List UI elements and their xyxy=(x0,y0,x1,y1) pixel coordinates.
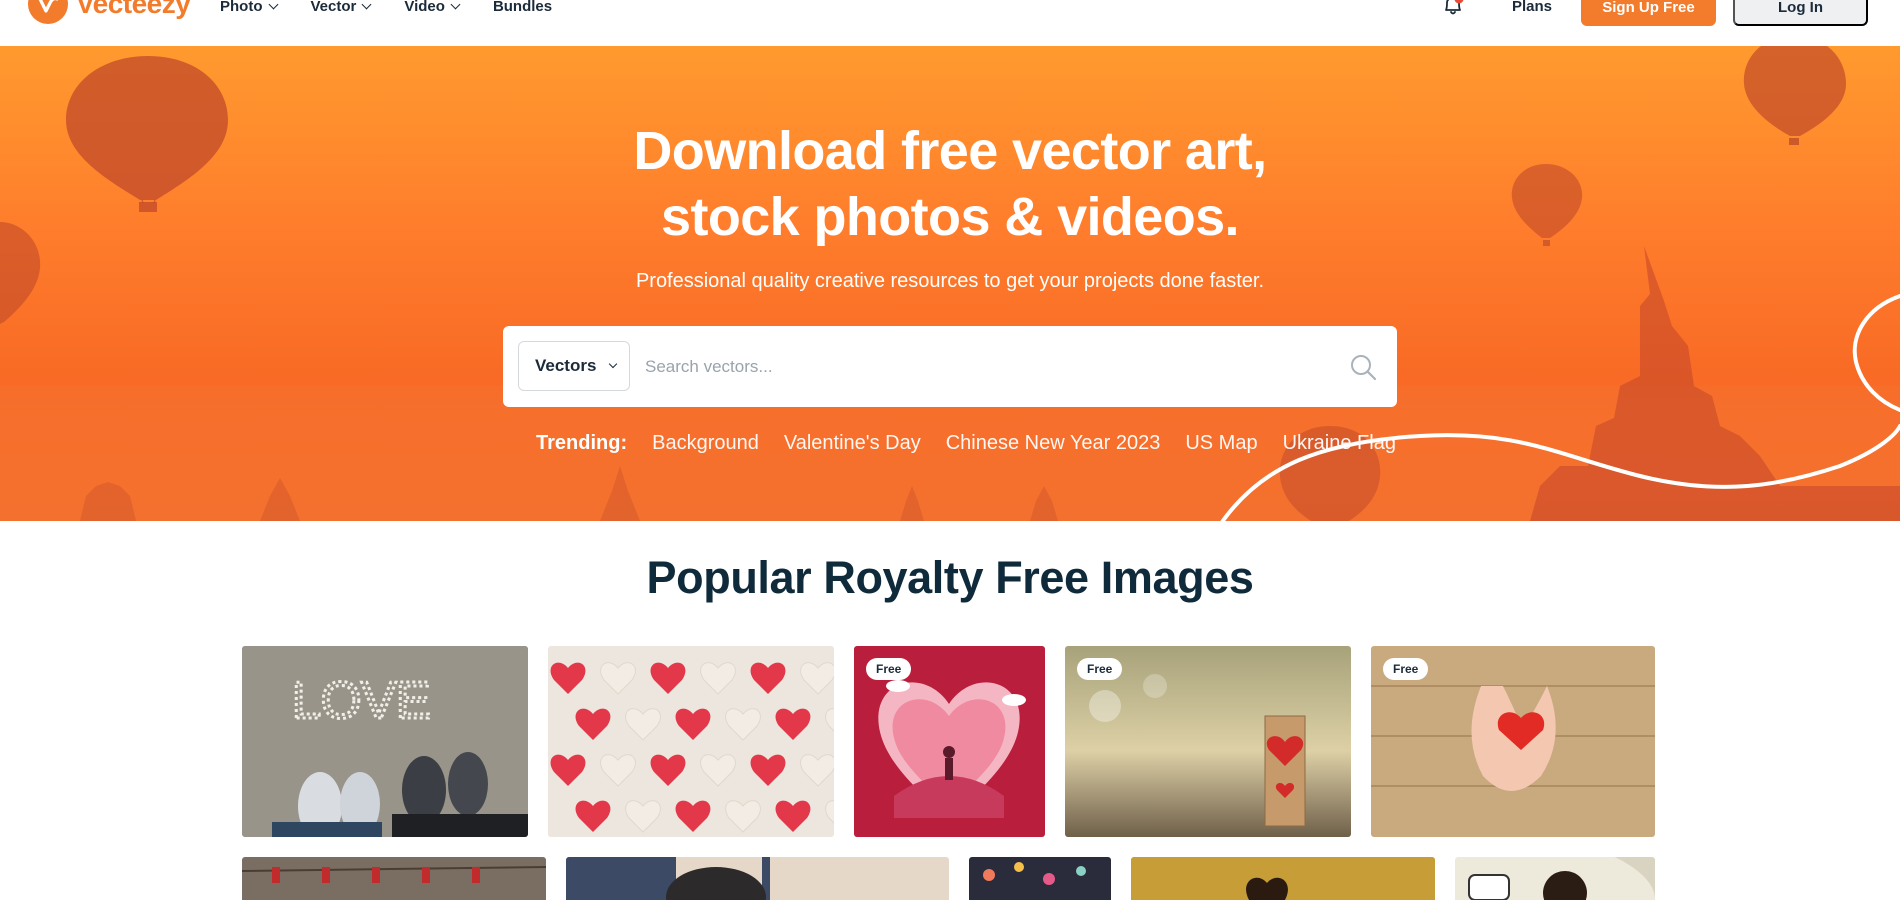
chevron-down-icon xyxy=(609,359,618,369)
nav-photo-label: Photo xyxy=(220,0,263,15)
thumbnail-image xyxy=(1455,857,1655,900)
popular-section-title: Popular Royalty Free Images xyxy=(646,552,1254,603)
top-nav-bar: Vecteezy Photo Vector Video Bundles Plan… xyxy=(0,0,1900,47)
trending-link[interactable]: Background xyxy=(652,432,759,455)
sign-up-button[interactable]: Sign Up Free xyxy=(1581,0,1716,26)
chevron-down-icon xyxy=(268,0,278,9)
search-type-dropdown[interactable]: Vectors xyxy=(518,341,630,391)
image-tile[interactable] xyxy=(1455,857,1655,900)
image-tile-love-shoes[interactable]: LOVE xyxy=(242,646,528,837)
thumbnail-image xyxy=(548,646,834,837)
nav-video-label: Video xyxy=(404,0,445,15)
nav-vector[interactable]: Vector xyxy=(310,0,372,15)
vecteezy-logo[interactable]: Vecteezy xyxy=(28,0,191,24)
hero-headline: Download free vector art, stock photos &… xyxy=(0,118,1900,250)
plans-link[interactable]: Plans xyxy=(1512,0,1552,14)
search-icon xyxy=(1351,355,1377,381)
thumbnail-image xyxy=(242,857,546,900)
hero-subtitle: Professional quality creative resources … xyxy=(635,270,1265,292)
search-button[interactable] xyxy=(1349,353,1377,381)
thumbnail-image: LOVE xyxy=(242,646,528,837)
nav-bundles-label: Bundles xyxy=(492,0,553,15)
hero-headline-line1: Download free vector art, xyxy=(633,121,1267,181)
hero-headline-line2: stock photos & videos. xyxy=(661,187,1240,247)
bell-icon xyxy=(1445,0,1464,15)
hero-banner: Download free vector art, stock photos &… xyxy=(0,46,1900,521)
free-badge: Free xyxy=(866,658,912,680)
trending-link[interactable]: Valentine's Day xyxy=(784,432,921,455)
svg-text:LOVE: LOVE xyxy=(292,672,431,730)
image-tile[interactable] xyxy=(566,857,949,900)
image-tile[interactable] xyxy=(969,857,1111,900)
logo-text: Vecteezy xyxy=(76,0,191,19)
image-tile-paper-heart[interactable]: Free xyxy=(854,646,1045,837)
thumbnail-image xyxy=(566,857,949,900)
trending-link[interactable]: Ukraine Flag xyxy=(1283,432,1396,455)
chevron-down-icon xyxy=(450,0,461,9)
trending-searches: Trending: Background Valentine's Day Chi… xyxy=(536,432,1421,455)
image-tile[interactable] xyxy=(242,857,546,900)
nav-bundles[interactable]: Bundles xyxy=(493,0,552,14)
notifications-button[interactable] xyxy=(1440,0,1466,18)
image-tile-heart-candies[interactable] xyxy=(548,646,834,837)
image-tile-wooden-heart[interactable]: Free xyxy=(1065,646,1351,837)
chevron-down-icon xyxy=(361,0,372,9)
search-bar: Vectors xyxy=(503,326,1397,407)
image-tile[interactable] xyxy=(1131,857,1435,900)
trending-link[interactable]: Chinese New Year 2023 xyxy=(946,432,1161,455)
trending-label: Trending: xyxy=(536,432,628,454)
search-input[interactable] xyxy=(643,346,1327,388)
nav-video[interactable]: Video xyxy=(404,0,461,15)
free-badge: Free xyxy=(1383,658,1429,680)
vecteezy-logo-icon xyxy=(28,0,68,24)
thumbnail-image xyxy=(1131,857,1435,900)
trending-link[interactable]: US Map xyxy=(1185,432,1257,455)
nav-vector-label: Vector xyxy=(310,0,357,15)
thumbnail-image xyxy=(969,857,1111,900)
search-type-label: Vectors xyxy=(535,356,597,375)
log-in-button[interactable]: Log In xyxy=(1733,0,1868,26)
image-tile-hands-heart[interactable]: Free xyxy=(1371,646,1655,837)
nav-photo[interactable]: Photo xyxy=(220,0,278,15)
main-nav: Photo Vector Video Bundles xyxy=(220,0,586,14)
free-badge: Free xyxy=(1077,658,1123,680)
